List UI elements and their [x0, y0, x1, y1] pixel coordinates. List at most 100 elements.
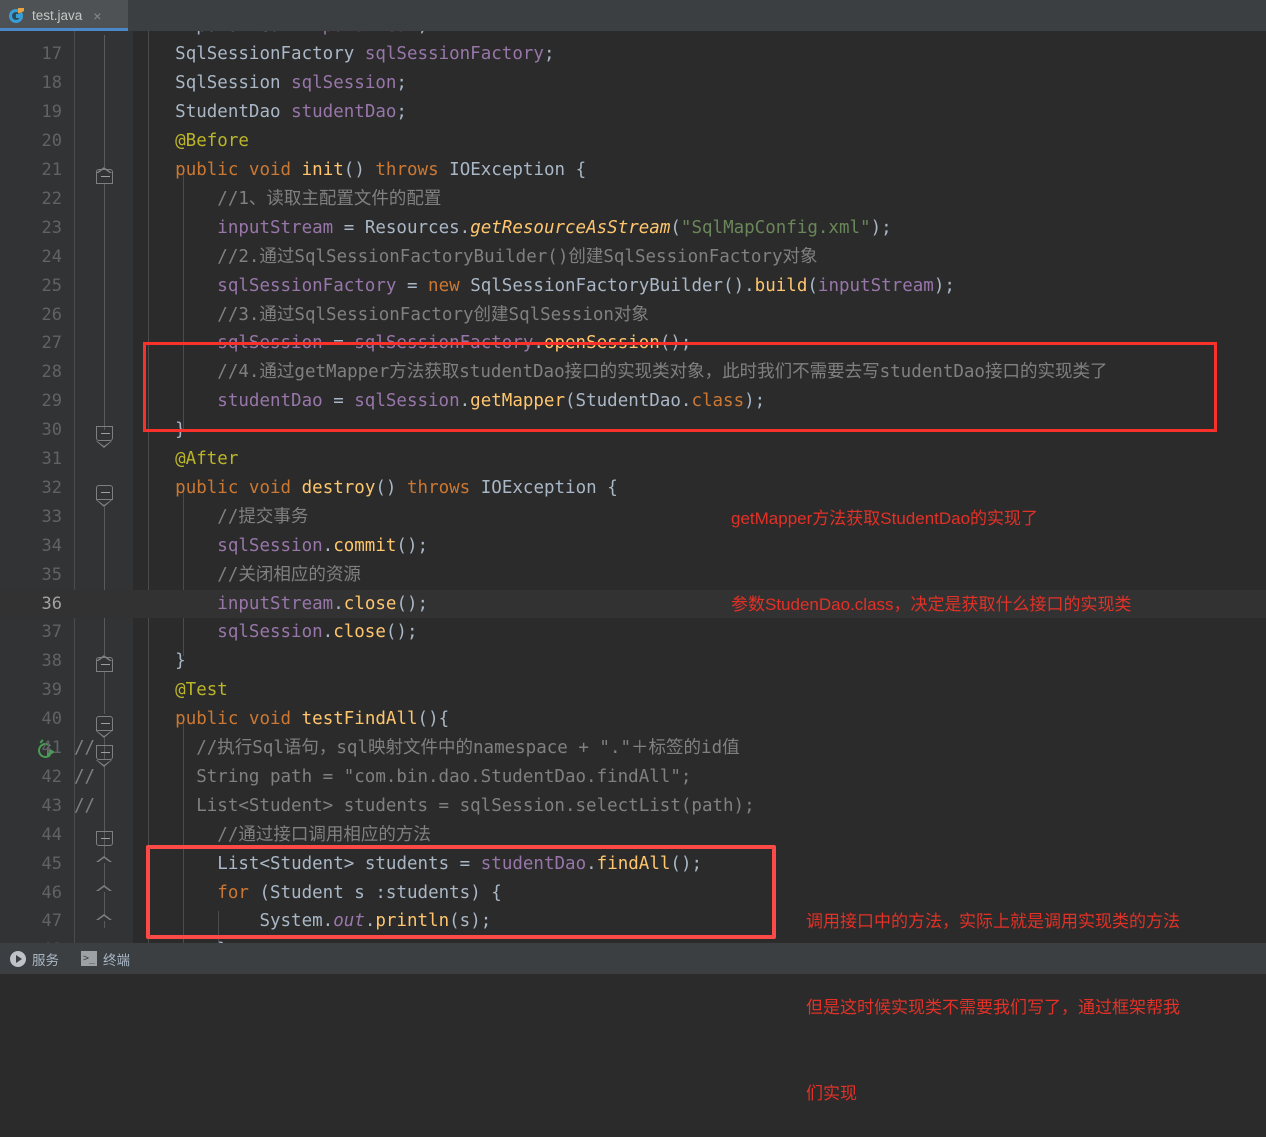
line-content: System.out.println(s);	[259, 911, 492, 932]
line-content: public void destroy() throws IOException…	[175, 477, 618, 498]
line-number: 40	[41, 709, 62, 730]
source-line[interactable]: 24 //2.通过SqlSessionFactoryBuilder()创建Sql…	[0, 243, 1266, 272]
tab-test-java[interactable]: test.java ×	[0, 0, 128, 31]
commented-line-marker: //	[74, 738, 96, 758]
line-content: List<Student> students = studentDao.find…	[217, 853, 703, 874]
line-number: 17	[41, 44, 62, 65]
line-number: 28	[41, 362, 62, 383]
line-number: 23	[41, 217, 62, 238]
source-line[interactable]: 38 }	[0, 647, 1266, 676]
line-content: public void testFindAll(){	[175, 709, 450, 730]
source-line[interactable]: 18 SqlSession sqlSession;	[0, 69, 1266, 98]
line-content: //执行Sql语句，sql映射文件中的namespace + "."＋标签的id…	[133, 738, 740, 758]
line-content: @After	[133, 449, 239, 469]
line-number: 16	[0, 31, 62, 40]
status-services[interactable]: 服务	[10, 949, 59, 969]
line-content: //3.通过SqlSessionFactory创建SqlSession对象	[133, 304, 649, 325]
line-content: sqlSession.close();	[217, 622, 418, 643]
line-content: @Test	[133, 680, 228, 701]
source-line[interactable]: 16 InputStream inputStream;	[0, 31, 1266, 40]
line-number: 47	[41, 911, 62, 932]
play-circle-icon	[10, 950, 26, 967]
line-number: 22	[41, 188, 62, 209]
line-number: 36	[41, 593, 62, 614]
source-line[interactable]: 19 StudentDao studentDao;	[0, 98, 1266, 127]
line-number: 27	[41, 333, 62, 354]
annotation-note-getmapper: getMapper方法获取StudentDao的实现了 参数StudenDao.…	[731, 448, 1132, 648]
source-line[interactable]: 17 SqlSessionFactory sqlSessionFactory;	[0, 40, 1266, 69]
source-line[interactable]: 23 inputStream = Resources.getResourceAs…	[0, 214, 1266, 243]
tab-label: test.java	[32, 8, 83, 23]
source-line[interactable]: 28 //4.通过getMapper方法获取studentDao接口的实现类对象…	[0, 358, 1266, 387]
status-terminal[interactable]: >_ 终端	[81, 949, 130, 969]
line-number: 20	[41, 131, 62, 152]
line-number: 19	[41, 102, 62, 123]
line-content: }	[133, 420, 186, 441]
line-content: sqlSession.commit();	[217, 535, 429, 556]
line-number: 29	[41, 391, 62, 412]
source-line[interactable]: 27 sqlSession = sqlSessionFactory.openSe…	[0, 329, 1266, 358]
line-content: //提交事务	[133, 506, 309, 527]
source-line[interactable]: 30 }	[0, 416, 1266, 445]
status-bar: 服务 >_ 终端	[0, 943, 1266, 974]
line-number: 24	[41, 246, 62, 267]
source-line[interactable]: 39 @Test	[0, 676, 1266, 705]
line-number: 46	[41, 882, 62, 903]
line-number: 38	[41, 651, 62, 672]
line-number: 32	[41, 477, 62, 498]
line-number: 34	[41, 535, 62, 556]
line-content: List<Student> students = sqlSession.sele…	[133, 795, 755, 816]
line-number: 31	[41, 449, 62, 469]
line-content: //2.通过SqlSessionFactoryBuilder()创建SqlSes…	[133, 246, 818, 267]
line-content: //1、读取主配置文件的配置	[133, 188, 442, 209]
source-line[interactable]: 43 // List<Student> students = sqlSession…	[0, 792, 1266, 821]
commented-line-marker: //	[74, 795, 96, 816]
source-line[interactable]: 44 //通过接口调用相应的方法	[0, 821, 1266, 850]
line-content: StudentDao studentDao;	[175, 102, 407, 123]
source-line[interactable]: 22 //1、读取主配置文件的配置	[0, 185, 1266, 214]
source-line[interactable]: 25 sqlSessionFactory = new SqlSessionFac…	[0, 272, 1266, 301]
editor-tab-bar: test.java ×	[0, 0, 1266, 31]
line-content: public void init() throws IOException {	[175, 160, 587, 180]
annotation-note-findall: 调用接口中的方法，实际上就是调用实现类的方法 但是这时候实现类不需要我们写了，通…	[806, 851, 1180, 1137]
line-content: //4.通过getMapper方法获取studentDao接口的实现类对象，此时…	[133, 362, 1108, 383]
line-number: 43	[41, 795, 62, 816]
line-content: String path = "com.bin.dao.StudentDao.fi…	[133, 766, 692, 787]
annotation-line: 们实现	[806, 1083, 857, 1103]
source-line[interactable]: 41 // //执行Sql语句，sql映射文件中的namespace + "."＋…	[0, 734, 1266, 763]
line-number: 33	[41, 506, 62, 527]
terminal-icon: >_	[81, 951, 97, 966]
line-content: studentDao = sqlSession.getMapper(Studen…	[217, 391, 766, 412]
line-content: //关闭相应的资源	[133, 564, 361, 585]
line-content: SqlSessionFactory sqlSessionFactory;	[175, 44, 555, 65]
line-number: 41	[41, 738, 62, 758]
source-line[interactable]: 20 @Before	[0, 127, 1266, 156]
line-number: 48	[0, 936, 62, 943]
line-number: 45	[41, 853, 62, 874]
line-content: for (Student s :students) {	[217, 882, 502, 903]
source-line[interactable]: 21 public void init() throws IOException…	[0, 156, 1266, 185]
source-line[interactable]: 40 public void testFindAll(){	[0, 705, 1266, 734]
line-number: 37	[41, 622, 62, 643]
line-number: 26	[41, 304, 62, 325]
line-content: sqlSessionFactory = new SqlSessionFactor…	[217, 275, 955, 296]
line-number: 30	[41, 420, 62, 441]
line-content: inputStream.close();	[217, 593, 429, 614]
annotation-line: 调用接口中的方法，实际上就是调用实现类的方法	[806, 912, 1180, 932]
line-content: sqlSession = sqlSessionFactory.openSessi…	[217, 333, 692, 354]
source-line[interactable]: 29 studentDao = sqlSession.getMapper(Stu…	[0, 387, 1266, 416]
line-content: //通过接口调用相应的方法	[133, 824, 431, 845]
line-number: 42	[41, 766, 62, 787]
source-line[interactable]: 26 //3.通过SqlSessionFactory创建SqlSession对象	[0, 301, 1266, 330]
line-number: 21	[41, 160, 62, 180]
line-content: }	[133, 651, 186, 672]
line-content: InputStream inputStream;	[133, 31, 428, 40]
annotation-line: 参数StudenDao.class，决定是获取什么接口的实现类	[731, 594, 1132, 614]
line-content: @Before	[133, 131, 249, 152]
source-line[interactable]: 42 // String path = "com.bin.dao.StudentD…	[0, 763, 1266, 792]
commented-line-marker: //	[74, 766, 96, 787]
line-content: inputStream = Resources.getResourceAsStr…	[217, 217, 892, 238]
line-number: 39	[41, 680, 62, 701]
line-number: 25	[41, 275, 62, 296]
close-icon[interactable]: ×	[93, 9, 101, 23]
